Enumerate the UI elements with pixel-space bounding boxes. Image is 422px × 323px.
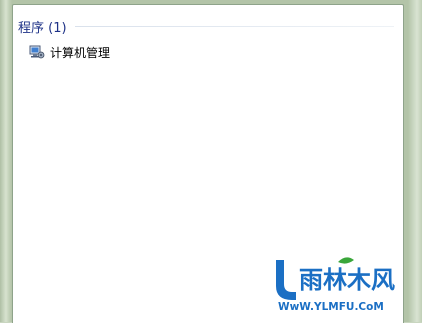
watermark-brand: 雨林木风 xyxy=(299,266,395,294)
result-item-label: 计算机管理 xyxy=(50,45,111,60)
watermark-leaf-icon xyxy=(338,257,354,264)
watermark-logo: 雨林木风 WwW.YLMFU.CoM xyxy=(276,257,395,313)
section-header-programs[interactable]: 程序 (1) xyxy=(18,17,394,36)
watermark-url: WwW.YLMFU.CoM xyxy=(278,301,384,313)
section-title[interactable]: 程序 (1) xyxy=(18,17,67,36)
result-item-computer-management[interactable]: 计算机管理 xyxy=(29,43,116,61)
computer-management-icon xyxy=(29,45,45,59)
section-divider xyxy=(74,26,394,27)
watermark-u-mark xyxy=(276,260,296,300)
